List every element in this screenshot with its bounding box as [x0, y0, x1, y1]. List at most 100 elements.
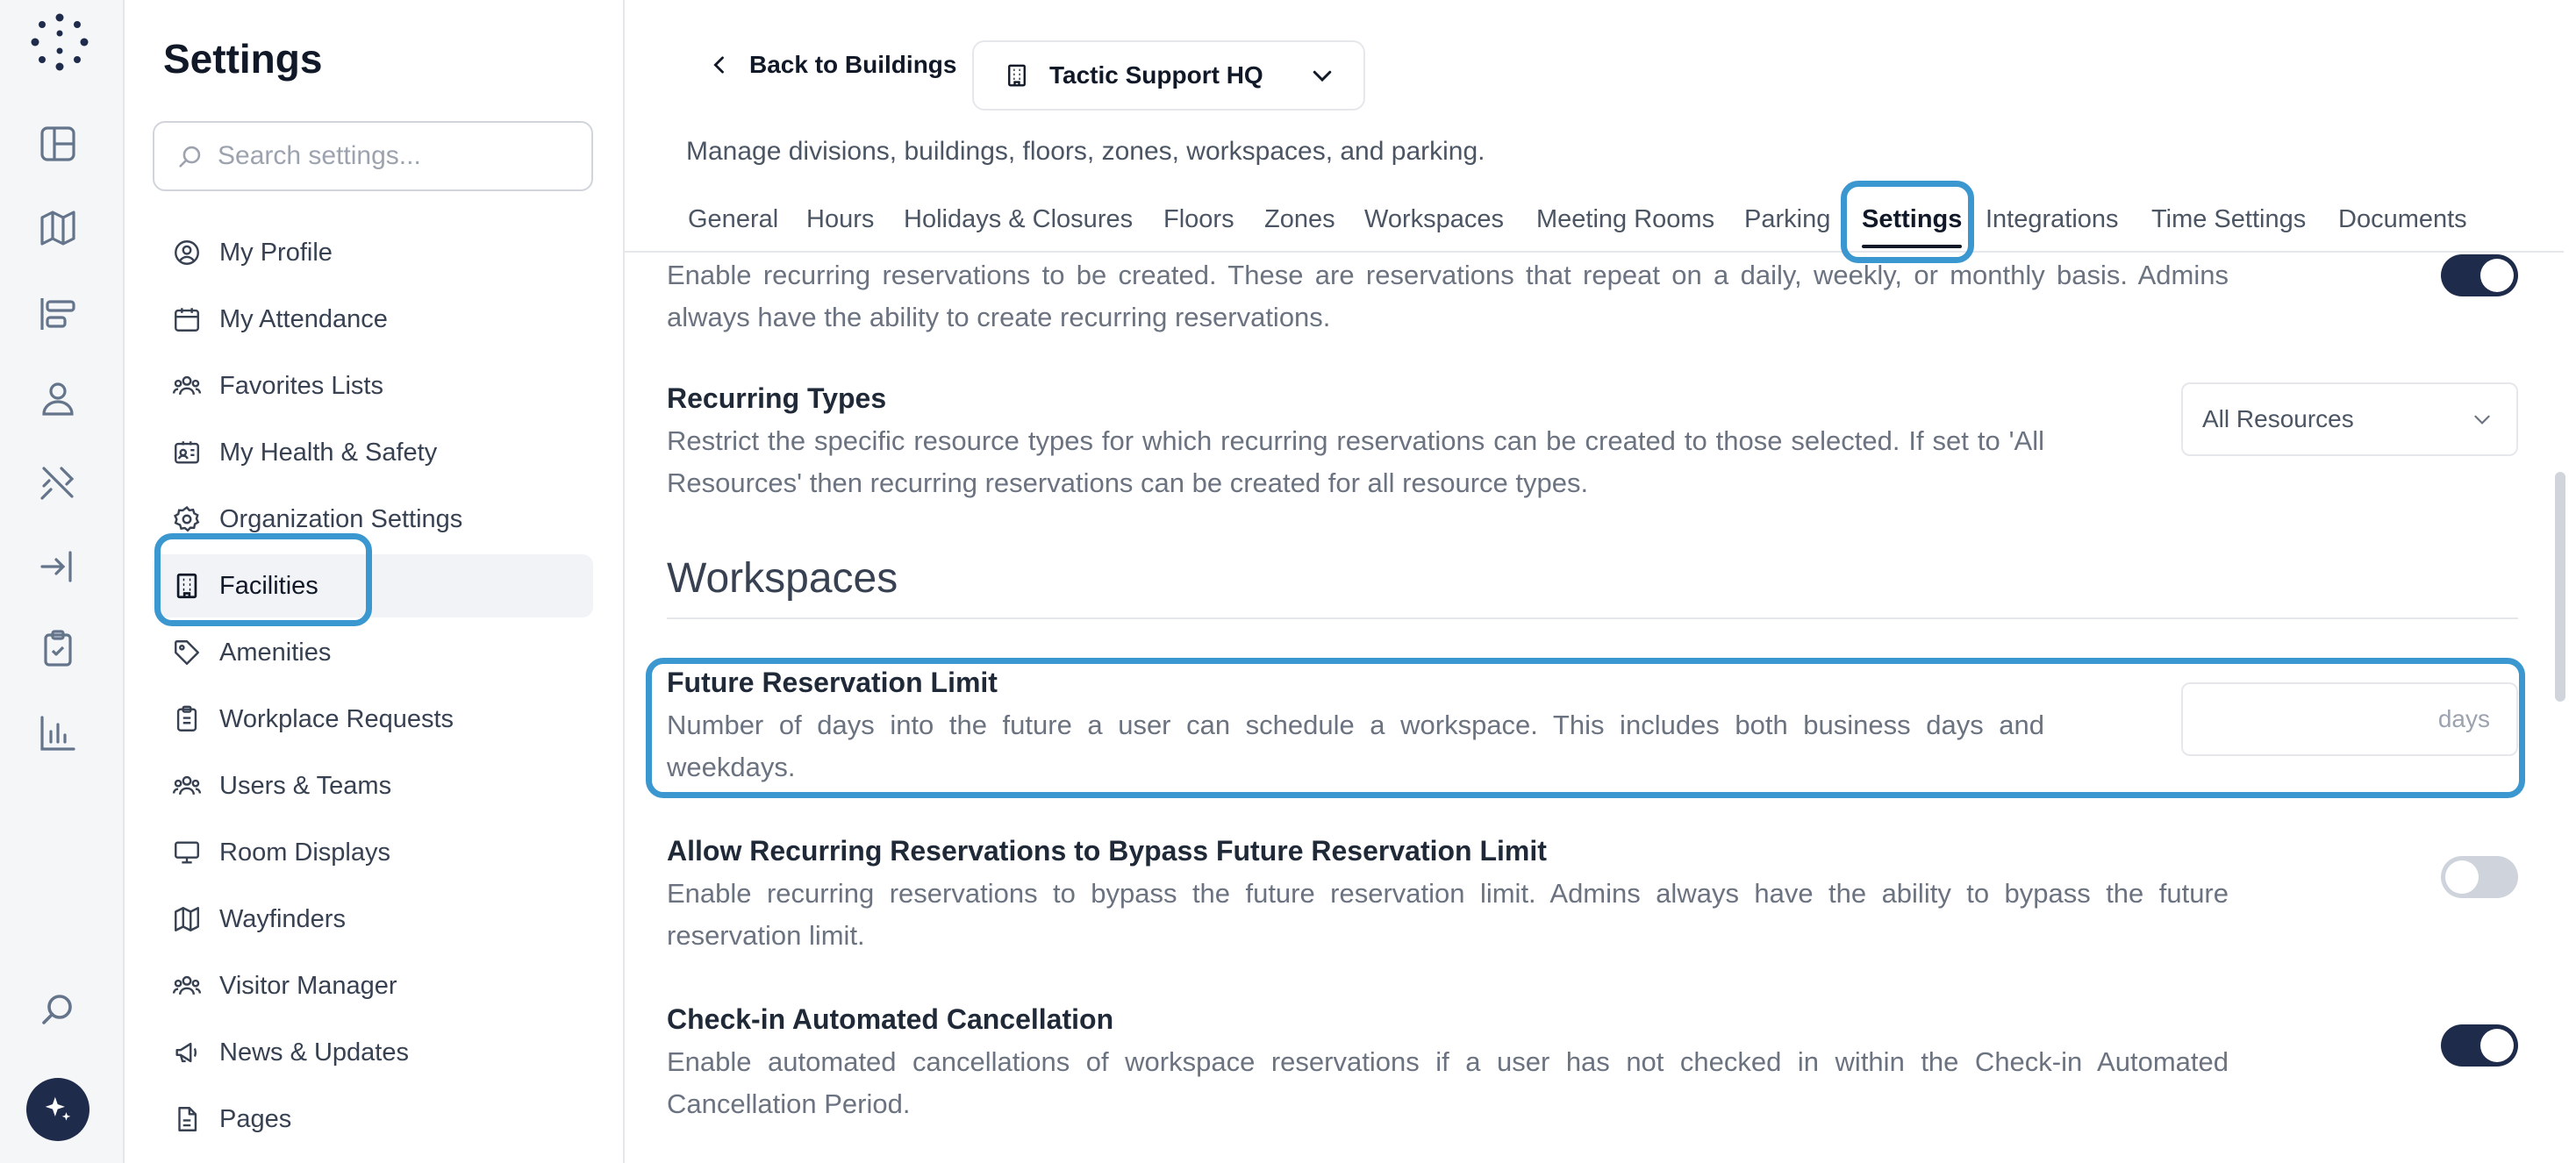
sidebar-item-label: My Attendance: [219, 304, 388, 333]
toggle-knob: [2480, 1029, 2514, 1062]
back-to-buildings-button[interactable]: Back to Buildings: [707, 51, 956, 79]
select-value: All Resources: [2202, 405, 2354, 432]
clipboard-check-icon[interactable]: [33, 624, 82, 674]
layout-icon[interactable]: [33, 289, 82, 339]
sidebar-item-wayfinders[interactable]: Wayfinders: [153, 888, 593, 951]
sidebar-item-amenities[interactable]: Amenities: [153, 621, 593, 684]
sidebar-item-favorites-lists[interactable]: Favorites Lists: [153, 354, 593, 417]
users-icon: [172, 775, 202, 796]
tab-meeting-rooms[interactable]: Meeting Rooms: [1536, 205, 1714, 234]
settings-content: Enable recurring reservations to be crea…: [667, 254, 2544, 1163]
ai-assistant-button[interactable]: [26, 1078, 89, 1141]
setting-title: Allow Recurring Reservations to Bypass F…: [667, 835, 1547, 867]
tab-holidays-closures[interactable]: Holidays & Closures: [904, 205, 1133, 234]
sidebar-item-label: Facilities: [219, 571, 318, 600]
building-selector[interactable]: Tactic Support HQ: [972, 40, 1365, 111]
setting-bypass-future-limit: Allow Recurring Reservations to Bypass F…: [667, 835, 2518, 957]
sparkle-icon: [45, 1096, 71, 1121]
building-name: Tactic Support HQ: [1049, 61, 1263, 89]
sidebar-item-label: Amenities: [219, 638, 332, 667]
bar-chart-icon[interactable]: [33, 709, 82, 758]
tab-documents[interactable]: Documents: [2338, 205, 2467, 234]
sidebar-item-my-attendance[interactable]: My Attendance: [153, 288, 593, 351]
sidebar-item-label: Workplace Requests: [219, 704, 454, 733]
tab-parking[interactable]: Parking: [1744, 205, 1830, 234]
facility-tabs: General Hours Holidays & Closures Floors…: [625, 203, 2564, 253]
setting-future-reservation-limit: Future Reservation Limit Number of days …: [667, 667, 2518, 788]
sidebar-item-room-displays[interactable]: Room Displays: [153, 821, 593, 884]
monitor-icon: [175, 841, 199, 864]
sidebar-item-my-profile[interactable]: My Profile: [153, 221, 593, 284]
back-label: Back to Buildings: [749, 51, 957, 78]
sidebar-item-label: Wayfinders: [219, 904, 346, 933]
building-icon: [1008, 64, 1026, 87]
sidebar-item-pages[interactable]: Pages: [153, 1088, 593, 1151]
settings-nav: My Profile My Attendance Favorites Lists…: [153, 221, 593, 1154]
tab-floors[interactable]: Floors: [1163, 205, 1234, 234]
sidebar-item-label: Favorites Lists: [219, 371, 383, 400]
sidebar-item-organization-settings[interactable]: Organization Settings: [153, 488, 593, 551]
document-icon: [178, 1107, 197, 1131]
future-limit-field[interactable]: days: [2181, 682, 2518, 756]
setting-description: Number of days into the future a user ca…: [667, 710, 2044, 782]
sidebar-item-news-updates[interactable]: News & Updates: [153, 1021, 593, 1084]
checkin-cancellation-toggle[interactable]: [2441, 1024, 2518, 1067]
bypass-future-limit-toggle[interactable]: [2441, 856, 2518, 898]
tab-settings[interactable]: Settings: [1862, 205, 1963, 248]
sign-in-icon[interactable]: [33, 542, 82, 591]
dashboard-icon[interactable]: [33, 119, 82, 168]
setting-recurring-types: Recurring Types Restrict the specific re…: [667, 382, 2518, 504]
setting-description: Enable recurring reservations to bypass …: [667, 878, 2229, 951]
sidebar-item-workplace-requests[interactable]: Workplace Requests: [153, 688, 593, 751]
sidebar-item-label: Pages: [219, 1104, 292, 1133]
setting-description: Restrict the specific resource types for…: [667, 425, 2044, 498]
sidebar-title: Settings: [163, 36, 323, 82]
tab-general[interactable]: General: [688, 205, 778, 234]
page-subtitle: Manage divisions, buildings, floors, zon…: [686, 137, 1485, 166]
map-icon[interactable]: [33, 203, 82, 253]
search-icon[interactable]: [33, 984, 82, 1033]
search-input[interactable]: [218, 141, 586, 171]
sidebar-item-label: Users & Teams: [219, 771, 392, 800]
recurring-types-select[interactable]: All Resources: [2181, 382, 2518, 456]
sidebar-item-my-health-safety[interactable]: My Health & Safety: [153, 421, 593, 484]
tab-hours[interactable]: Hours: [806, 205, 874, 234]
tab-workspaces[interactable]: Workspaces: [1364, 205, 1504, 234]
sidebar-item-label: My Health & Safety: [219, 438, 438, 467]
settings-search[interactable]: [153, 121, 593, 191]
tab-time-settings[interactable]: Time Settings: [2151, 205, 2306, 234]
users-icon: [172, 375, 202, 396]
clipboard-icon: [176, 705, 197, 731]
sidebar-item-visitor-manager[interactable]: Visitor Manager: [153, 954, 593, 1017]
chevron-down-icon: [1313, 70, 1332, 82]
tab-integrations[interactable]: Integrations: [1986, 205, 2119, 234]
chevron-left-icon: [713, 56, 724, 74]
megaphone-icon: [175, 1042, 197, 1063]
sidebar-item-label: News & Updates: [219, 1038, 409, 1067]
unit-label: days: [2437, 705, 2490, 732]
search-icon: [179, 146, 201, 168]
icon-rail: [0, 0, 125, 1163]
sidebar-item-label: Room Displays: [219, 838, 390, 867]
section-divider: [667, 617, 2518, 619]
recurring-reservations-toggle[interactable]: [2441, 254, 2518, 296]
sidebar-item-facilities[interactable]: Facilities: [153, 554, 593, 617]
tab-zones[interactable]: Zones: [1264, 205, 1335, 234]
tools-icon[interactable]: [33, 458, 82, 507]
setting-description: Enable recurring reservations to be crea…: [667, 260, 2229, 332]
person-icon[interactable]: [33, 374, 82, 423]
id-card-icon: [175, 441, 199, 464]
scrollbar-thumb[interactable]: [2555, 472, 2565, 702]
future-limit-input[interactable]: [2199, 696, 2418, 742]
calendar-icon: [175, 308, 199, 332]
app-logo-icon[interactable]: [25, 7, 95, 77]
map-icon: [175, 907, 199, 931]
user-circle-icon: [175, 240, 199, 265]
sidebar-item-users-teams[interactable]: Users & Teams: [153, 754, 593, 817]
toggle-knob: [2480, 259, 2514, 292]
setting-recurring-reservations: Enable recurring reservations to be crea…: [667, 254, 2518, 339]
sidebar-item-label: My Profile: [219, 238, 333, 267]
setting-checkin-cancellation: Check-in Automated Cancellation Enable a…: [667, 1003, 2518, 1125]
sidebar-item-label: Organization Settings: [219, 504, 463, 533]
settings-sidebar: Settings My Profile My Attendance Favori…: [125, 0, 625, 1163]
